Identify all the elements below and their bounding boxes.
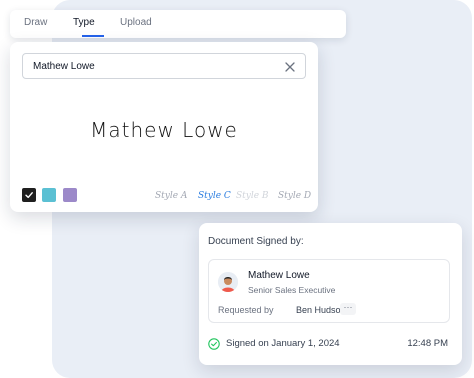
style-option-c[interactable]: Style C: [198, 191, 231, 201]
color-swatch-black[interactable]: [22, 188, 36, 202]
style-option-d[interactable]: Style D: [278, 191, 311, 201]
signed-date: Signed on January 1, 2024: [226, 338, 340, 349]
style-option-b[interactable]: Style B: [236, 191, 269, 201]
style-option-a[interactable]: Style A: [155, 191, 187, 201]
signature-card: Mathew Lowe Style A Style C Style B Styl…: [10, 42, 318, 212]
signature-name-input[interactable]: [22, 53, 306, 79]
active-tab-indicator: [82, 35, 104, 37]
color-swatch-purple[interactable]: [63, 188, 77, 202]
signature-mode-tabs: Draw Type Upload: [10, 10, 346, 38]
signed-time: 12:48 PM: [407, 338, 448, 349]
signer-details: Mathew Lowe Senior Sales Executive Reque…: [208, 259, 450, 323]
requested-by-label: Requested by: [218, 305, 274, 315]
document-signed-card: Document Signed by: Mathew Lowe Senior S…: [199, 223, 462, 365]
avatar: [218, 272, 238, 292]
close-icon[interactable]: [284, 60, 296, 72]
tab-upload[interactable]: Upload: [120, 17, 152, 28]
tab-type[interactable]: Type: [73, 17, 95, 28]
color-swatch-teal[interactable]: [42, 188, 56, 202]
signature-preview: Mathew Lowe: [90, 118, 238, 142]
more-options-button[interactable]: ···: [340, 303, 356, 315]
signer-name: Mathew Lowe: [248, 270, 310, 281]
tab-draw[interactable]: Draw: [24, 17, 47, 28]
check-icon: [25, 192, 33, 199]
signer-role: Senior Sales Executive: [248, 285, 336, 295]
document-signed-title: Document Signed by:: [208, 236, 304, 247]
requested-by-name: Ben Hudson: [296, 305, 346, 315]
check-circle-icon: [208, 337, 220, 350]
